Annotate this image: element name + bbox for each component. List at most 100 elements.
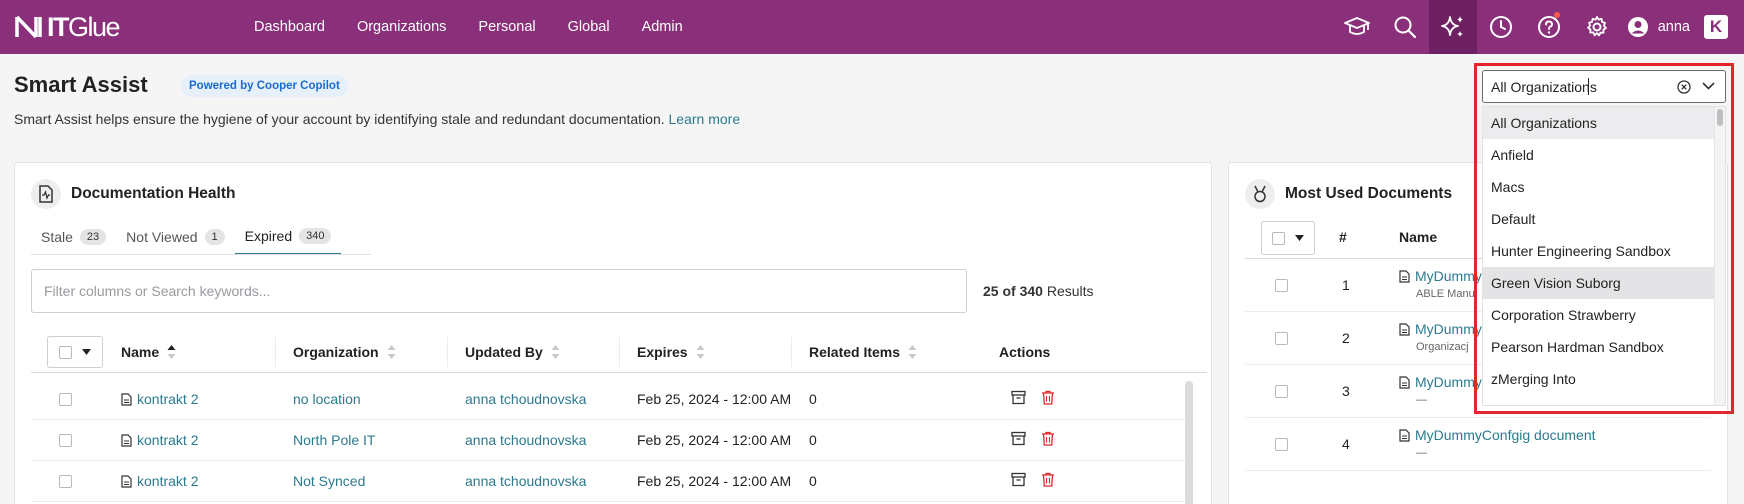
row-checkbox[interactable] bbox=[1275, 332, 1288, 345]
row-doc-name[interactable]: kontrakt 2 bbox=[121, 473, 198, 489]
nav-dashboard[interactable]: Dashboard bbox=[254, 19, 325, 35]
main-nav-links: Dashboard Organizations Personal Global … bbox=[254, 0, 715, 54]
tab-not-viewed[interactable]: Not Viewed 1 bbox=[116, 225, 234, 255]
itglue-logo[interactable]: ITGlue bbox=[14, 12, 121, 42]
filter-search-input[interactable] bbox=[31, 269, 967, 313]
col-organization-header[interactable]: Organization bbox=[293, 344, 396, 360]
col-updated-by-header[interactable]: Updated By bbox=[465, 344, 560, 360]
row-rank: 2 bbox=[1342, 330, 1350, 346]
document-icon bbox=[1399, 323, 1410, 336]
nav-global[interactable]: Global bbox=[568, 19, 610, 35]
row-checkbox[interactable] bbox=[59, 475, 72, 488]
health-tabs: Stale 23 Not Viewed 1 Expired 340 bbox=[31, 223, 342, 255]
document-icon bbox=[1399, 376, 1410, 389]
caret-down-icon bbox=[1295, 235, 1304, 241]
col-related-items-label: Related Items bbox=[809, 344, 901, 360]
row-doc-subtitle: ABLE Manu bbox=[1416, 288, 1475, 300]
archive-icon[interactable] bbox=[1011, 390, 1026, 405]
health-table-header: Name Organization Updated By Expires Rel… bbox=[31, 331, 1207, 373]
user-menu[interactable]: anna bbox=[1621, 0, 1704, 54]
row-doc-name[interactable]: kontrakt 2 bbox=[121, 391, 198, 407]
tab-stale[interactable]: Stale 23 bbox=[31, 225, 116, 255]
col-divider bbox=[791, 337, 792, 367]
col-divider bbox=[447, 337, 448, 367]
clock-icon[interactable] bbox=[1477, 0, 1525, 54]
doc-name-text: kontrakt 2 bbox=[137, 473, 199, 489]
powered-by-badge: Powered by Cooper Copilot bbox=[181, 75, 348, 97]
document-icon bbox=[121, 475, 132, 488]
sort-icon bbox=[908, 345, 917, 359]
row-doc-name[interactable]: MyDummy bbox=[1399, 321, 1482, 337]
tab-not-viewed-count: 1 bbox=[204, 229, 225, 245]
trash-icon[interactable] bbox=[1041, 390, 1055, 405]
col-divider bbox=[275, 337, 276, 367]
col-expires-label: Expires bbox=[637, 344, 688, 360]
sparkle-icon[interactable] bbox=[1428, 0, 1477, 54]
sort-icon bbox=[387, 345, 396, 359]
nav-personal[interactable]: Personal bbox=[478, 19, 535, 35]
tab-stale-label: Stale bbox=[41, 229, 73, 245]
nav-admin[interactable]: Admin bbox=[642, 19, 683, 35]
tabs-divider bbox=[31, 254, 371, 255]
search-icon[interactable] bbox=[1381, 0, 1429, 54]
row-rank: 3 bbox=[1342, 383, 1350, 399]
doc-name-text: MyDummyConfgig document bbox=[1415, 427, 1596, 443]
table-scrollbar[interactable] bbox=[1185, 381, 1193, 504]
select-all-checkbox[interactable] bbox=[1272, 231, 1285, 245]
row-doc-subtitle: — bbox=[1416, 394, 1427, 406]
trash-icon[interactable] bbox=[1041, 431, 1055, 446]
col-updated-by-label: Updated By bbox=[465, 344, 543, 360]
doc-name-text: MyDummy bbox=[1415, 268, 1482, 284]
row-checkbox[interactable] bbox=[59, 434, 72, 447]
tab-stale-count: 23 bbox=[79, 229, 107, 245]
doc-name-text: kontrakt 2 bbox=[137, 432, 199, 448]
most-used-documents-title: Most Used Documents bbox=[1285, 185, 1453, 202]
col-name-header[interactable]: Name bbox=[121, 344, 176, 360]
row-expires: Feb 25, 2024 - 12:00 AM bbox=[637, 473, 792, 489]
row-checkbox[interactable] bbox=[1275, 385, 1288, 398]
bulk-select-dropdown[interactable] bbox=[47, 336, 103, 368]
row-doc-name[interactable]: kontrakt 2 bbox=[121, 432, 198, 448]
document-icon bbox=[1399, 429, 1410, 442]
row-organization[interactable]: Not Synced bbox=[293, 473, 365, 489]
row-related-items: 0 bbox=[809, 391, 817, 407]
archive-icon[interactable] bbox=[1011, 431, 1026, 446]
learn-more-link[interactable]: Learn more bbox=[669, 111, 741, 127]
sort-icon bbox=[696, 345, 705, 359]
row-rank: 1 bbox=[1342, 277, 1350, 293]
document-icon bbox=[121, 393, 132, 406]
bulk-select-dropdown[interactable] bbox=[1261, 221, 1315, 255]
results-label: Results bbox=[1046, 283, 1094, 299]
row-doc-name[interactable]: MyDummyConfgig document bbox=[1399, 427, 1596, 443]
caret-down-icon bbox=[82, 349, 91, 355]
nav-organizations[interactable]: Organizations bbox=[357, 19, 446, 35]
row-updated-by[interactable]: anna tchoudnovska bbox=[465, 473, 586, 489]
table-row: kontrakt 2 Not Synced anna tchoudnovska … bbox=[31, 461, 1189, 502]
row-checkbox[interactable] bbox=[1275, 279, 1288, 292]
help-icon[interactable] bbox=[1525, 0, 1573, 54]
row-organization[interactable]: North Pole IT bbox=[293, 432, 375, 448]
notification-dot bbox=[1553, 12, 1560, 18]
documentation-health-title: Documentation Health bbox=[71, 185, 236, 202]
row-checkbox[interactable] bbox=[1275, 438, 1288, 451]
gear-icon[interactable] bbox=[1573, 0, 1621, 54]
doc-name-text: kontrakt 2 bbox=[137, 391, 199, 407]
graduation-cap-icon[interactable] bbox=[1333, 0, 1381, 54]
col-expires-header[interactable]: Expires bbox=[637, 344, 705, 360]
row-organization[interactable]: no location bbox=[293, 391, 361, 407]
tab-expired[interactable]: Expired 340 bbox=[234, 225, 342, 255]
archive-icon[interactable] bbox=[1011, 472, 1026, 487]
col-name-header[interactable]: Name bbox=[1399, 229, 1437, 245]
row-updated-by[interactable]: anna tchoudnovska bbox=[465, 432, 586, 448]
row-doc-name[interactable]: MyDummy bbox=[1399, 268, 1482, 284]
top-nav: ITGlue Dashboard Organizations Personal … bbox=[0, 0, 1744, 54]
select-all-checkbox[interactable] bbox=[59, 345, 72, 359]
k-app-icon[interactable]: K bbox=[1704, 15, 1728, 39]
row-related-items: 0 bbox=[809, 473, 817, 489]
trash-icon[interactable] bbox=[1041, 472, 1055, 487]
row-checkbox[interactable] bbox=[59, 393, 72, 406]
col-organization-label: Organization bbox=[293, 344, 379, 360]
col-related-items-header[interactable]: Related Items bbox=[809, 344, 917, 360]
col-rank-header: # bbox=[1339, 229, 1347, 245]
row-updated-by[interactable]: anna tchoudnovska bbox=[465, 391, 586, 407]
